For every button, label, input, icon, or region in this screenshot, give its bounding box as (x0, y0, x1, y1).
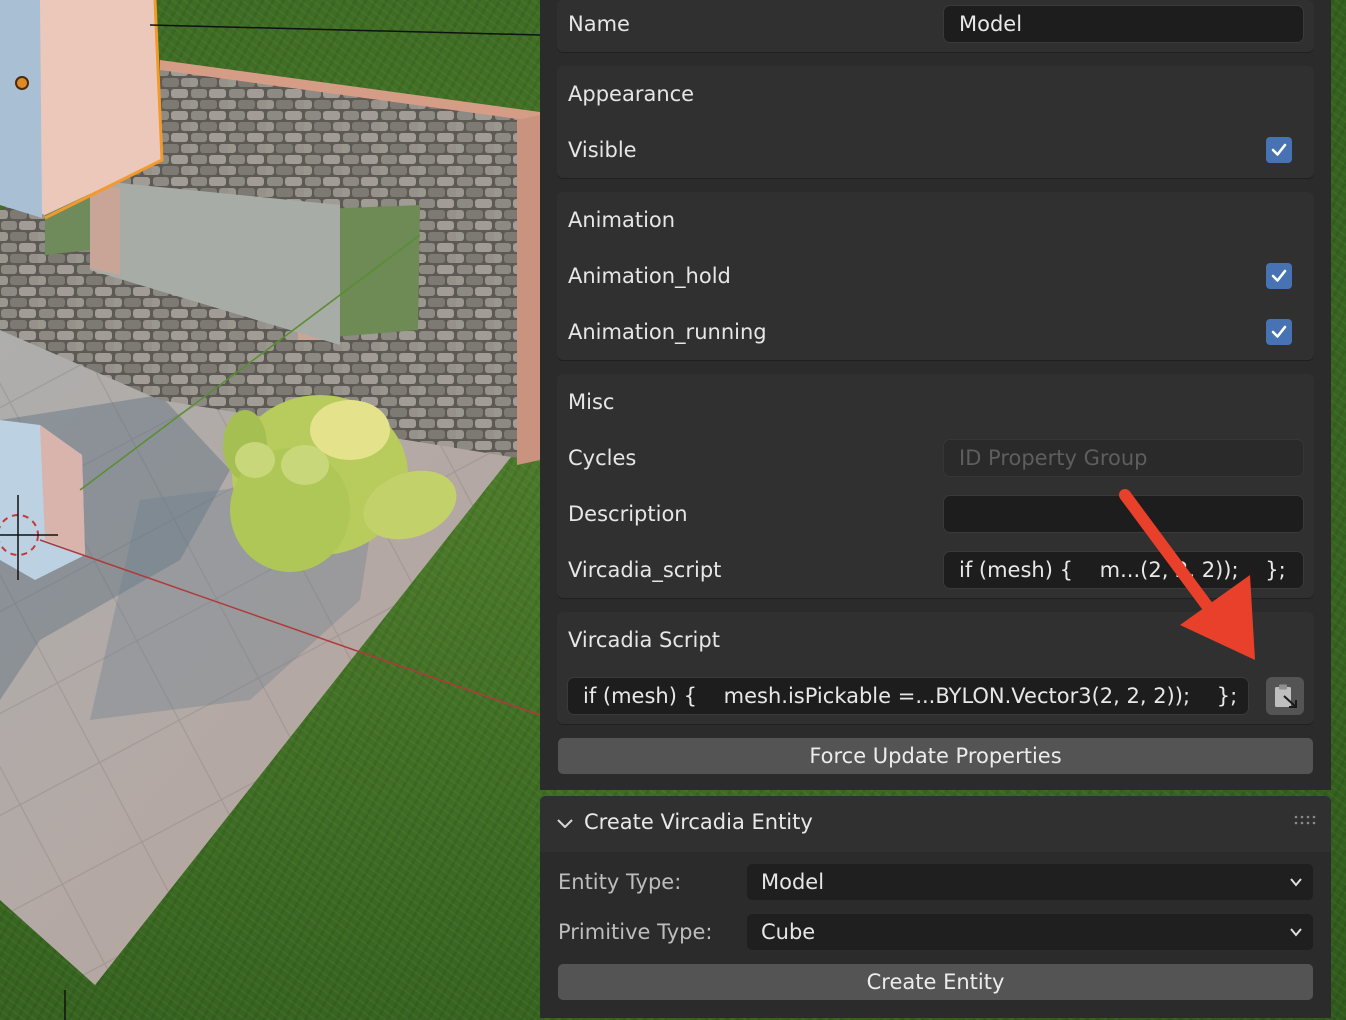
name-field[interactable]: Model (943, 5, 1304, 43)
name-label: Name (568, 12, 630, 36)
create-panel-title: Create Vircadia Entity (584, 810, 813, 834)
checkmark-icon (1271, 269, 1287, 282)
animation-running-label: Animation_running (568, 320, 767, 344)
chevron-down-icon[interactable] (555, 814, 575, 834)
clipboard-paste-icon (1275, 684, 1297, 708)
animation-hold-checkbox[interactable] (1266, 263, 1292, 289)
paste-script-button[interactable] (1266, 677, 1304, 715)
visible-checkbox[interactable] (1266, 137, 1292, 163)
entity-type-label: Entity Type: (558, 870, 682, 894)
cycles-label: Cycles (568, 446, 637, 470)
force-update-properties-button[interactable]: Force Update Properties (558, 738, 1313, 774)
cycles-field: ID Property Group (943, 439, 1304, 477)
create-entity-button[interactable]: Create Entity (558, 964, 1313, 1000)
primitive-type-value: Cube (761, 920, 816, 944)
vircadia-script-header: Vircadia Script (568, 628, 720, 652)
chevron-down-icon (1290, 878, 1302, 887)
animation-running-checkbox[interactable] (1266, 319, 1292, 345)
appearance-header: Appearance (568, 82, 695, 106)
annotation-arrow-icon (1119, 489, 1255, 660)
chevron-down-icon (1290, 928, 1302, 937)
entity-type-value: Model (761, 870, 825, 894)
primitive-type-dropdown[interactable]: Cube (747, 914, 1313, 950)
vircadia-script-text-field[interactable]: if (mesh) { mesh.isPickable =...BYLON.Ve… (567, 677, 1249, 715)
animation-hold-label: Animation_hold (568, 264, 731, 288)
drag-handle-icon[interactable] (1294, 814, 1320, 826)
checkmark-icon (1271, 143, 1287, 156)
description-label: Description (568, 502, 688, 526)
checkmark-icon (1271, 325, 1287, 338)
visible-label: Visible (568, 138, 637, 162)
misc-header: Misc (568, 390, 615, 414)
vircadia-script-label: Vircadia_script (568, 558, 722, 582)
primitive-type-label: Primitive Type: (558, 920, 713, 944)
animation-header: Animation (568, 208, 676, 232)
entity-type-dropdown[interactable]: Model (747, 864, 1313, 900)
